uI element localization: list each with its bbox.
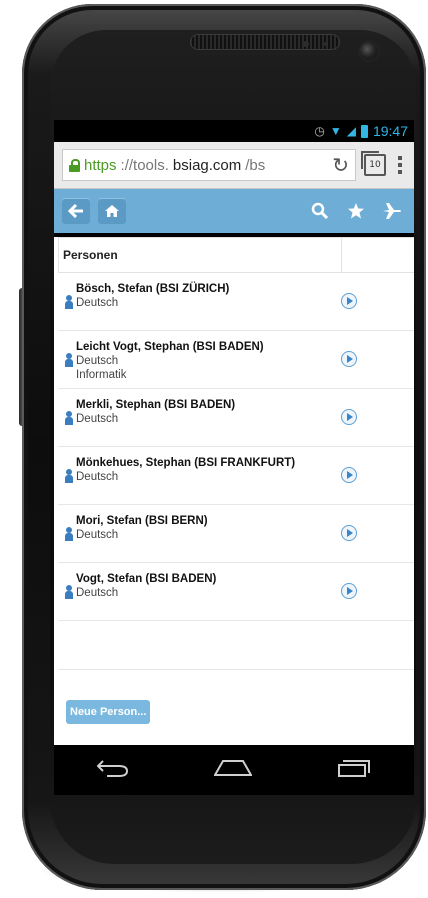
person-language: Deutsch bbox=[76, 471, 119, 483]
column-header-action bbox=[341, 238, 414, 272]
status-bar: ◷ ▼ ◢ 19:47 bbox=[54, 120, 414, 142]
navigate-button[interactable] bbox=[378, 198, 406, 224]
signal-icon: ◢ bbox=[346, 124, 356, 138]
address-field[interactable]: https://tools. bsiag.com/bs ↻ bbox=[62, 149, 356, 181]
reload-icon[interactable]: ↻ bbox=[332, 153, 349, 178]
phone-screen: ◷ ▼ ◢ 19:47 https://tools. bsiag.com/bs ↻… bbox=[54, 120, 414, 795]
open-detail-icon[interactable] bbox=[341, 351, 357, 367]
sensor-dot bbox=[303, 41, 309, 47]
browser-url-bar: https://tools. bsiag.com/bs ↻ 10 bbox=[54, 142, 414, 189]
table-row[interactable]: Mönkehues, Stephan (BSI FRANKFURT) Deuts… bbox=[58, 447, 414, 505]
lock-icon bbox=[69, 158, 80, 172]
person-name: Mönkehues, Stephan (BSI FRANKFURT) bbox=[76, 457, 296, 469]
person-name: Leicht Vogt, Stephan (BSI BADEN) bbox=[76, 341, 264, 353]
column-header-personen: Personen bbox=[63, 248, 118, 262]
app-toolbar bbox=[54, 189, 414, 233]
table-row[interactable]: Leicht Vogt, Stephan (BSI BADEN) Deutsch… bbox=[58, 331, 414, 389]
person-name: Merkli, Stephan (BSI BADEN) bbox=[76, 399, 236, 411]
person-name: Bösch, Stefan (BSI ZÜRICH) bbox=[76, 283, 230, 295]
person-language: Deutsch bbox=[76, 297, 119, 309]
open-detail-icon[interactable] bbox=[341, 293, 357, 309]
favorites-button[interactable] bbox=[342, 198, 370, 224]
sensor-dot bbox=[324, 42, 328, 46]
home-icon bbox=[105, 205, 119, 217]
url-path: /bs bbox=[245, 156, 266, 174]
table-row[interactable]: Bösch, Stefan (BSI ZÜRICH) Deutsch bbox=[58, 273, 414, 331]
table-row[interactable]: Vogt, Stefan (BSI BADEN) Deutsch bbox=[58, 563, 414, 621]
person-language: Deutsch bbox=[76, 355, 119, 367]
url-domain: bsiag.com bbox=[172, 156, 242, 174]
status-time: 19:47 bbox=[372, 123, 408, 139]
star-icon bbox=[348, 203, 364, 219]
person-name: Mori, Stefan (BSI BERN) bbox=[76, 515, 208, 527]
person-language: Deutsch bbox=[76, 413, 119, 425]
nav-back-icon[interactable] bbox=[96, 759, 129, 782]
person-name: Vogt, Stefan (BSI BADEN) bbox=[76, 573, 217, 585]
person-icon bbox=[65, 411, 73, 425]
table-row[interactable]: Merkli, Stephan (BSI BADEN) Deutsch bbox=[58, 389, 414, 447]
new-person-button[interactable]: Neue Person... bbox=[66, 700, 151, 724]
persons-page: Personen Bösch, Stefan (BSI ZÜRICH) Deut… bbox=[54, 237, 414, 795]
url-separator: ://tools. bbox=[120, 156, 169, 174]
open-detail-icon[interactable] bbox=[341, 467, 357, 483]
battery-icon bbox=[360, 124, 368, 138]
table-row[interactable]: Mori, Stefan (BSI BERN) Deutsch bbox=[58, 505, 414, 563]
open-detail-icon[interactable] bbox=[341, 583, 357, 599]
tab-count: 10 bbox=[369, 160, 381, 170]
person-icon bbox=[65, 353, 73, 367]
person-department: Informatik bbox=[76, 369, 127, 381]
phone-speaker bbox=[190, 34, 340, 50]
search-button[interactable] bbox=[306, 198, 334, 224]
person-icon bbox=[65, 585, 73, 599]
open-detail-icon[interactable] bbox=[341, 409, 357, 425]
android-nav-bar bbox=[54, 745, 414, 795]
url-scheme: https bbox=[84, 156, 117, 174]
alarm-icon: ◷ bbox=[314, 124, 325, 138]
person-icon bbox=[65, 295, 73, 309]
search-icon bbox=[311, 202, 329, 220]
overflow-menu-icon[interactable] bbox=[394, 156, 406, 174]
home-button[interactable] bbox=[98, 198, 126, 224]
arrow-left-icon bbox=[68, 204, 83, 218]
person-icon bbox=[65, 527, 73, 541]
nav-recent-apps-icon[interactable] bbox=[337, 759, 371, 782]
table-header: Personen bbox=[58, 237, 414, 273]
tabs-icon[interactable]: 10 bbox=[361, 151, 386, 176]
person-language: Deutsch bbox=[76, 587, 119, 599]
person-language: Deutsch bbox=[76, 529, 119, 541]
person-icon bbox=[65, 469, 73, 483]
open-detail-icon[interactable] bbox=[341, 525, 357, 541]
camera-lens bbox=[360, 42, 378, 60]
airplane-icon bbox=[383, 203, 401, 219]
back-button[interactable] bbox=[62, 198, 90, 224]
wifi-icon: ▼ bbox=[329, 124, 342, 138]
nav-home-icon[interactable] bbox=[213, 759, 253, 781]
